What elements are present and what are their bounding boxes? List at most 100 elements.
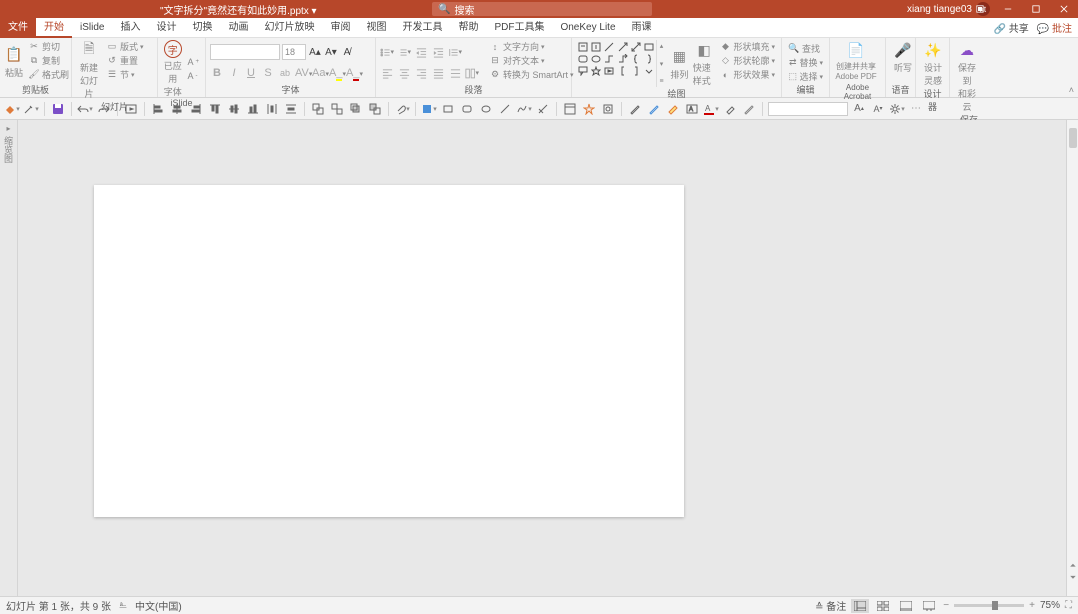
shape-elbow-arrow-icon[interactable] bbox=[617, 53, 629, 64]
align-top-icon[interactable] bbox=[207, 101, 223, 117]
layout-button[interactable]: ▭版式▾ bbox=[104, 40, 146, 53]
tab-islide[interactable]: iSlide bbox=[72, 18, 112, 38]
cut-button[interactable]: ✂剪切 bbox=[26, 40, 71, 53]
shape-action-icon[interactable] bbox=[603, 66, 615, 77]
tab-home[interactable]: 开始 bbox=[36, 18, 72, 38]
eyedropper-icon[interactable]: ▾ bbox=[23, 101, 39, 117]
new-slide-button[interactable]: 🗎 新建 幻灯片 bbox=[76, 40, 102, 100]
accessibility-icon[interactable]: ⎁ bbox=[119, 600, 127, 611]
align-justify-button[interactable] bbox=[431, 66, 445, 80]
shape-roundrect-icon[interactable] bbox=[459, 101, 475, 117]
language-indicator[interactable]: 中文(中国) bbox=[135, 598, 182, 613]
tab-onekey[interactable]: OneKey Lite bbox=[552, 18, 623, 38]
shape-more-icon[interactable] bbox=[643, 66, 655, 77]
shape-lbracket-icon[interactable] bbox=[617, 66, 629, 77]
share-button[interactable]: 🔗 共享 bbox=[994, 20, 1029, 35]
normal-view-icon[interactable] bbox=[851, 599, 869, 613]
distribute-h-icon[interactable] bbox=[264, 101, 280, 117]
pen-icon[interactable] bbox=[627, 101, 643, 117]
tab-transitions[interactable]: 切换 bbox=[184, 18, 220, 38]
font-size-down-icon[interactable]: A▾ bbox=[870, 101, 886, 117]
distribute-v-icon[interactable] bbox=[283, 101, 299, 117]
tab-developer[interactable]: 开发工具 bbox=[394, 18, 450, 38]
align-center-button[interactable] bbox=[397, 66, 411, 80]
shape-star-icon[interactable] bbox=[590, 66, 602, 77]
font-family-select[interactable] bbox=[210, 44, 280, 60]
section-button[interactable]: ☰节▾ bbox=[104, 68, 146, 81]
italic-button[interactable]: I bbox=[227, 67, 241, 79]
shape-rect-icon[interactable] bbox=[440, 101, 456, 117]
save-icon[interactable] bbox=[50, 101, 66, 117]
designer-button[interactable]: ✨ 设计 灵感 bbox=[920, 40, 946, 87]
font-size-select[interactable]: 18 bbox=[282, 44, 306, 60]
shape-fill2-icon[interactable]: ▾ bbox=[421, 101, 437, 117]
text-box-icon[interactable]: A bbox=[684, 101, 700, 117]
shape-line2-icon[interactable] bbox=[497, 101, 513, 117]
distribute-button[interactable] bbox=[448, 66, 462, 80]
indent-decrease-button[interactable] bbox=[414, 45, 428, 59]
pen2-icon[interactable] bbox=[646, 101, 662, 117]
tab-review[interactable]: 审阅 bbox=[322, 18, 358, 38]
shape-effects-button[interactable]: ◐形状效果▾ bbox=[717, 68, 777, 81]
color-swatch[interactable] bbox=[768, 102, 848, 116]
clear-format-button[interactable]: A̸ bbox=[340, 47, 354, 58]
bold-button[interactable]: B bbox=[210, 67, 224, 79]
shape-lbrace-icon[interactable] bbox=[630, 53, 642, 64]
ungroup-icon[interactable] bbox=[329, 101, 345, 117]
prev-slide-icon[interactable]: ⏶ bbox=[1067, 560, 1078, 572]
indent-increase-button[interactable] bbox=[431, 45, 445, 59]
align-middle-icon[interactable] bbox=[226, 101, 242, 117]
search-box[interactable]: 🔍 搜索 bbox=[432, 2, 652, 16]
font-size-up-icon[interactable]: A▴ bbox=[851, 101, 867, 117]
notes-button[interactable]: ≙ 备注 bbox=[815, 598, 846, 613]
shape-callout-icon[interactable] bbox=[577, 66, 589, 77]
format-painter-button[interactable]: 🖌格式刷 bbox=[26, 68, 71, 81]
attach-icon[interactable]: ▾ bbox=[394, 101, 410, 117]
shape-freeform-icon[interactable]: ▾ bbox=[516, 101, 532, 117]
bullets-button[interactable]: ▾ bbox=[380, 45, 394, 59]
slide-canvas[interactable] bbox=[18, 120, 1066, 596]
gear-icon[interactable]: ▾ bbox=[889, 101, 905, 117]
close-icon[interactable] bbox=[1050, 0, 1078, 18]
shape-arrow-icon[interactable] bbox=[617, 41, 629, 52]
shape-double-arrow-icon[interactable] bbox=[630, 41, 642, 52]
decrease-font-button[interactable]: A▾ bbox=[324, 47, 338, 58]
tab-design[interactable]: 设计 bbox=[148, 18, 184, 38]
smartart-button[interactable]: ⚙转换为 SmartArt▾ bbox=[487, 68, 576, 81]
save-cloud-button[interactable]: ☁ 保存到 和彩云 bbox=[954, 40, 980, 113]
align-left-button[interactable] bbox=[380, 66, 394, 80]
tab-insert[interactable]: 插入 bbox=[112, 18, 148, 38]
animation-pane-icon[interactable] bbox=[581, 101, 597, 117]
align-bottom-icon[interactable] bbox=[245, 101, 261, 117]
scroll-thumb[interactable] bbox=[1069, 128, 1077, 148]
tab-slideshow[interactable]: 幻灯片放映 bbox=[256, 18, 322, 38]
tab-pdf[interactable]: PDF工具集 bbox=[486, 18, 552, 38]
sorter-view-icon[interactable] bbox=[874, 599, 892, 613]
acrobat-button[interactable]: 📄 创建并共享 Adobe PDF bbox=[834, 40, 878, 81]
highlight-button[interactable]: A_▾ bbox=[329, 67, 343, 79]
highlighter-icon[interactable] bbox=[665, 101, 681, 117]
zoom-level[interactable]: 75% bbox=[1040, 600, 1060, 611]
spacing-button[interactable]: AV▾ bbox=[295, 67, 309, 79]
shape-oval-icon[interactable] bbox=[590, 53, 602, 64]
send-back-icon[interactable] bbox=[367, 101, 383, 117]
line-spacing-button[interactable]: ▾ bbox=[448, 45, 462, 59]
slide[interactable] bbox=[94, 185, 684, 517]
paint-bucket-icon[interactable]: ▾ bbox=[4, 101, 20, 117]
format-pane-icon[interactable] bbox=[600, 101, 616, 117]
tab-help[interactable]: 帮助 bbox=[450, 18, 486, 38]
more-commands-icon[interactable]: ⋯ bbox=[908, 101, 924, 117]
font-decrease-button[interactable]: A- bbox=[185, 70, 201, 83]
shape-textbox-icon[interactable] bbox=[577, 41, 589, 52]
paste-button[interactable]: 📋 粘贴 bbox=[4, 40, 24, 83]
zoom-slider[interactable] bbox=[954, 604, 1024, 607]
zoom-in-icon[interactable]: + bbox=[1029, 600, 1035, 611]
shapes-gallery[interactable] bbox=[576, 40, 656, 78]
group-icon[interactable] bbox=[310, 101, 326, 117]
slideshow-view-icon[interactable] bbox=[920, 599, 938, 613]
shape-fill-button[interactable]: ◆形状填充▾ bbox=[717, 40, 777, 53]
next-slide-icon[interactable]: ⏷ bbox=[1067, 572, 1078, 584]
collapse-ribbon-button[interactable]: ˄ bbox=[1069, 85, 1074, 95]
increase-font-button[interactable]: A▴ bbox=[308, 47, 322, 58]
tab-view[interactable]: 视图 bbox=[358, 18, 394, 38]
